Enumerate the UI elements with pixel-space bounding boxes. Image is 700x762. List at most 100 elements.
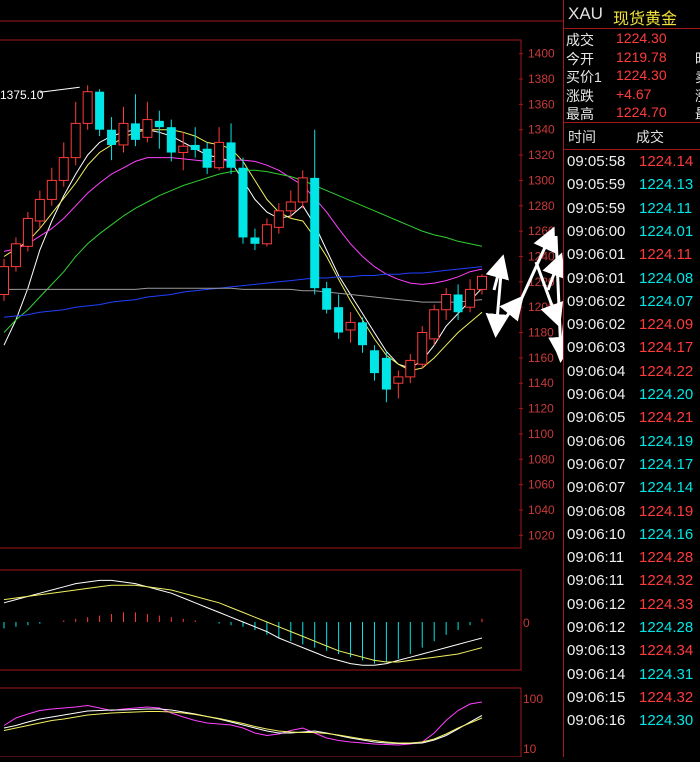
candle-body: [369, 350, 379, 374]
tick-time: 09:06:11: [567, 572, 625, 590]
quote-value: +4.67: [616, 85, 652, 102]
oscillator-axis-label: 10: [523, 742, 537, 756]
tick-time: 09:06:14: [567, 665, 626, 683]
tick-price: 1224.09: [639, 316, 694, 334]
ticks-header: 时间 成交: [564, 122, 700, 150]
symbol-label: XAU: [568, 4, 603, 23]
tick-time: 09:05:59: [567, 176, 626, 194]
candle-body: [22, 217, 33, 247]
tick-row: 09:06:12 1224.28: [564, 617, 700, 640]
tick-time: 09:06:07: [567, 479, 626, 497]
tick-time: 09:06:07: [567, 455, 626, 473]
high-price-leader: [39, 86, 80, 93]
oscillator-j-line: [3, 711, 483, 744]
tick-time: 09:06:03: [567, 339, 626, 357]
candle-body: [441, 294, 452, 311]
candle-body: [154, 120, 164, 128]
candle-body: [477, 275, 487, 290]
price-tick-label: 1320: [528, 148, 555, 162]
tick-row: 09:06:10 1224.16: [564, 524, 700, 547]
quote-row: 成交 1224.30: [564, 29, 700, 48]
tick-price: 1224.32: [639, 688, 694, 706]
candle-body: [393, 376, 404, 384]
candle-body: [405, 359, 416, 378]
tick-price: 1224.19: [639, 502, 694, 520]
candle-body: [95, 91, 105, 130]
tick-price: 1224.32: [639, 572, 694, 590]
tick-row: 09:06:02 1224.07: [564, 291, 700, 314]
candle-body: [465, 288, 476, 308]
tick-time: 09:06:10: [567, 525, 626, 543]
quote-row: 今开1219.78昨: [564, 48, 700, 67]
tick-price: 1224.21: [639, 409, 694, 427]
candle-body: [166, 127, 176, 153]
tick-row: 09:05:59 1224.13: [564, 174, 700, 197]
tick-price: 1224.16: [639, 525, 694, 543]
tick-row: 09:05:58 1224.14: [564, 151, 700, 174]
candle-body: [453, 294, 463, 313]
candle-body: [107, 129, 117, 145]
tick-row: 09:06:06 1224.19: [564, 431, 700, 454]
tick-row: 09:06:08 1224.19: [564, 501, 700, 524]
tick-time: 09:06:13: [567, 642, 626, 660]
candle-body: [285, 201, 296, 212]
tick-row: 09:06:03 1224.17: [564, 337, 700, 360]
tick-row: 09:06:01 1224.08: [564, 268, 700, 291]
price-tick-label: 1040: [528, 503, 555, 517]
oscillator-axis-label: 100: [523, 692, 543, 706]
tick-row: 09:06:07 1224.17: [564, 454, 700, 477]
candle-body: [142, 119, 153, 138]
candle-body: [322, 288, 332, 310]
chart-area[interactable]: 1400138013601340132013001280126012401220…: [0, 0, 575, 758]
tick-price: 1224.14: [639, 153, 694, 170]
quote-row: 买价11224.30卖: [564, 66, 700, 85]
tick-time: 09:06:01: [567, 269, 626, 287]
tick-price: 1224.17: [639, 455, 694, 473]
price-tick-label: 1080: [528, 452, 555, 466]
tick-row: 09:06:04 1224.22: [564, 361, 700, 384]
macd-panel-frame: [0, 569, 522, 671]
price-tick-label: 1060: [528, 478, 555, 492]
price-tick-label: 1120: [528, 402, 554, 416]
tick-price: 1224.33: [639, 595, 694, 613]
tick-price: 1224.20: [639, 386, 694, 403]
tick-price: 1224.28: [639, 549, 694, 567]
oscillator-panel-frame: [0, 687, 522, 758]
tick-row: 09:06:01 1224.11: [564, 244, 700, 267]
tick-time: 09:06:08: [567, 502, 626, 520]
candle-body: [118, 122, 129, 146]
tick-time: 09:06:12: [567, 595, 626, 613]
tick-price: 1224.22: [639, 362, 694, 380]
candle-body: [226, 142, 236, 168]
tick-time: 09:06:00: [567, 222, 626, 240]
candle-body: [46, 179, 57, 200]
price-tick-label: 1360: [528, 97, 555, 111]
tick-time: 09:06:01: [567, 246, 626, 264]
price-tick-label: 1180: [528, 326, 554, 340]
annotation-arrow: [495, 295, 524, 329]
candle-body: [58, 157, 69, 181]
quote-row: 最高1224.70最: [564, 103, 700, 122]
candle-body: [334, 307, 344, 333]
moving-average-line: [4, 287, 483, 303]
price-tick-label: 1300: [528, 173, 555, 187]
tick-row: 09:06:15 1224.32: [564, 687, 700, 710]
candle-body: [190, 144, 200, 151]
macd-axis-label: 0: [523, 616, 530, 630]
moving-average-line: [3, 266, 483, 318]
tick-price: 1224.17: [639, 339, 694, 357]
annotation-arrow: [548, 235, 573, 361]
candle-body: [429, 309, 440, 340]
quote-row: 涨跌+4.67涨: [564, 85, 700, 104]
high-price-label: 1375.10: [0, 88, 44, 102]
tick-time: 09:06:15: [567, 688, 626, 706]
tick-price: 1224.19: [639, 432, 694, 450]
price-tick-label: 1160: [528, 351, 554, 365]
tick-row: 09:06:11 1224.28: [564, 547, 700, 570]
tick-time: 09:06:04: [567, 362, 626, 380]
candle-body: [202, 148, 212, 168]
candle-body: [297, 177, 308, 203]
tick-row: 09:06:00 1224.01: [564, 221, 700, 244]
quote-value: 1224.30: [616, 30, 667, 46]
candle-body: [34, 198, 45, 222]
